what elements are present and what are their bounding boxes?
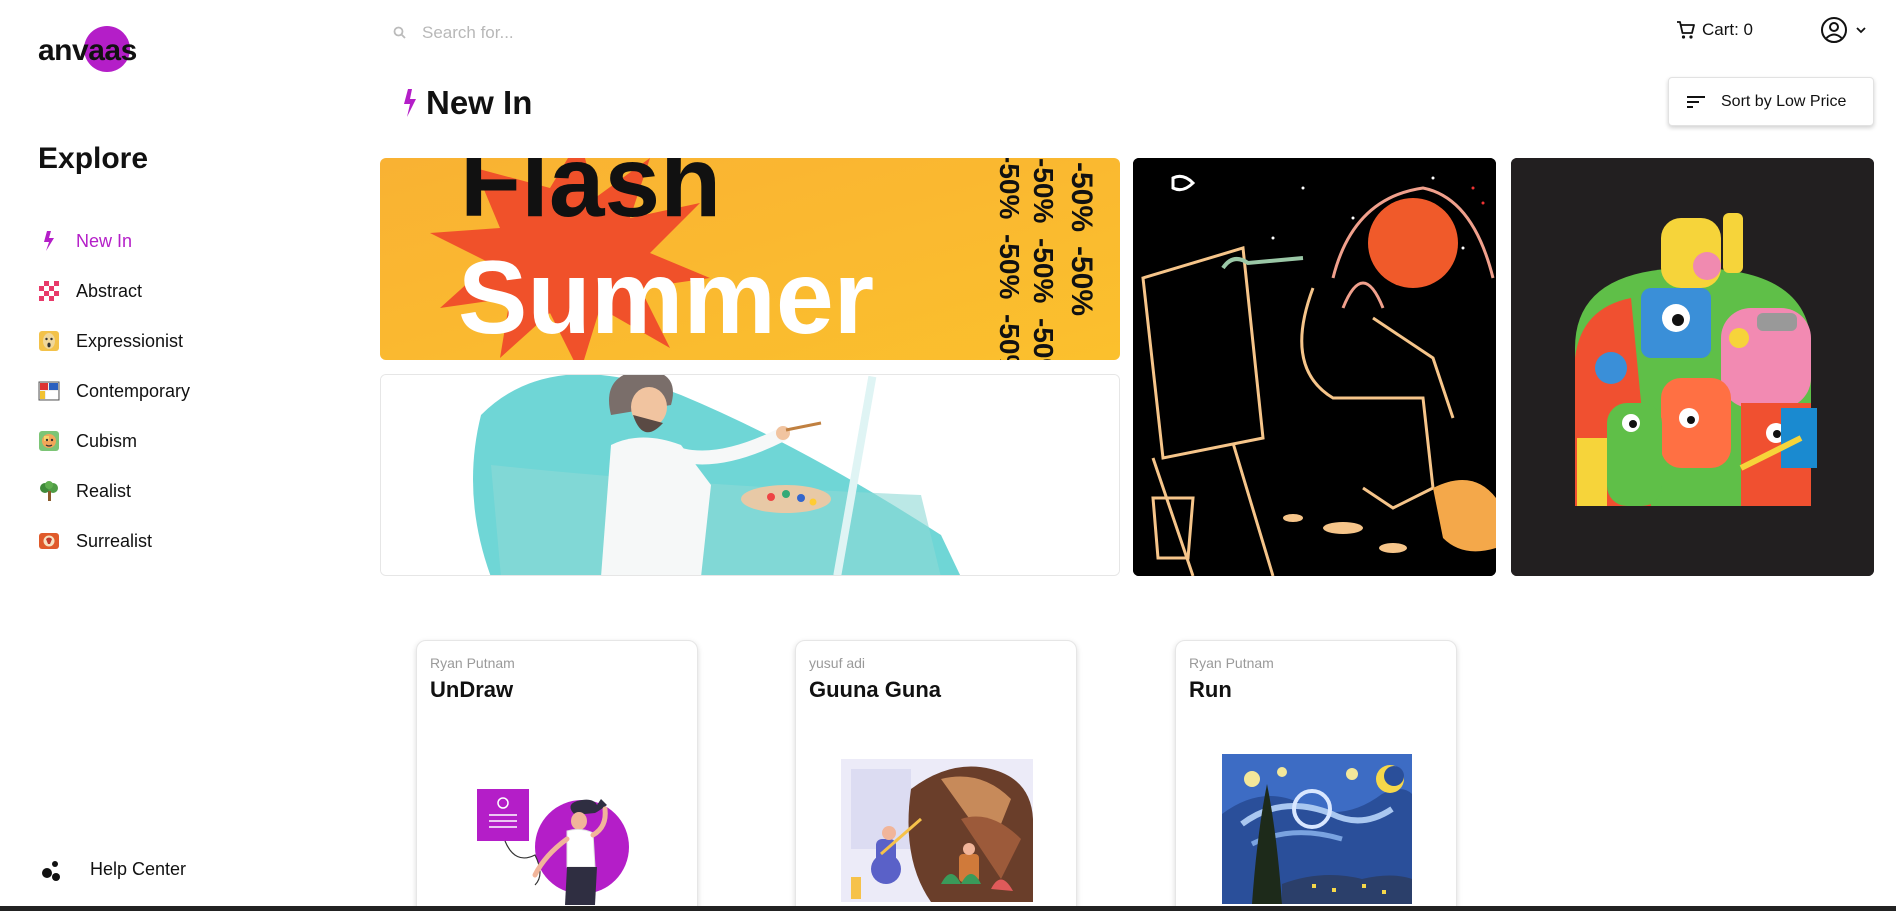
product-author: Ryan Putnam bbox=[1189, 655, 1274, 671]
sidebar-item-label: Expressionist bbox=[76, 330, 184, 351]
cubist-face-icon bbox=[39, 431, 59, 451]
undraw-artwork bbox=[477, 789, 629, 905]
sidebar-item-expressionist[interactable]: Expressionist bbox=[38, 316, 318, 366]
line-art-painter bbox=[1133, 158, 1496, 576]
banner-text-flash: Flash bbox=[460, 158, 721, 238]
promo-text: -50% bbox=[1028, 318, 1059, 360]
starry-night-artwork bbox=[1222, 754, 1412, 904]
page-title: New In bbox=[426, 84, 533, 121]
guuna-guna-artwork bbox=[841, 759, 1033, 902]
sort-label: Sort by Low Price bbox=[1721, 92, 1847, 110]
flash-summer-art: Flash Summer -50% -50% -50% -50% -50% -5… bbox=[380, 158, 1120, 360]
checker-icon bbox=[39, 281, 59, 301]
promo-text: -50% bbox=[994, 158, 1025, 219]
sidebar-item-label: Cubism bbox=[76, 430, 138, 451]
crowd-art bbox=[1511, 158, 1874, 576]
bottom-border bbox=[0, 906, 1896, 911]
chevron-down-icon bbox=[1856, 27, 1866, 34]
promo-text: -50% bbox=[1065, 162, 1098, 232]
promo-text: -50% bbox=[1065, 246, 1098, 316]
cart-button[interactable]: Cart: 0 bbox=[1676, 20, 1753, 40]
explore-heading: Explore bbox=[38, 142, 149, 175]
sidebar-item-surrealist[interactable]: Surrealist bbox=[38, 516, 318, 566]
sort-lines-icon bbox=[1687, 95, 1705, 108]
page-header: New In bbox=[400, 84, 532, 122]
painter-art bbox=[381, 375, 1119, 575]
sidebar: anvaas Explore New In Abstract Expressio… bbox=[0, 0, 360, 911]
search-icon bbox=[393, 26, 406, 39]
product-card[interactable]: Ryan Putnam Run bbox=[1175, 640, 1457, 911]
bolt-icon bbox=[44, 231, 54, 251]
category-nav: New In Abstract Expressionist Contempora… bbox=[38, 216, 318, 566]
product-title: Guuna Guna bbox=[809, 677, 941, 702]
account-menu[interactable] bbox=[1820, 16, 1868, 44]
sidebar-item-contemporary[interactable]: Contemporary bbox=[38, 366, 318, 416]
sidebar-item-label: Abstract bbox=[76, 280, 143, 301]
help-center-label: Help Center bbox=[90, 858, 187, 879]
sidebar-item-label: Realist bbox=[76, 480, 132, 501]
painter-banner[interactable] bbox=[380, 374, 1120, 576]
cart-icon bbox=[1677, 21, 1695, 39]
product-author: yusuf adi bbox=[809, 655, 866, 671]
product-author: Ryan Putnam bbox=[430, 655, 515, 671]
search-input[interactable] bbox=[422, 23, 922, 43]
promo-text: -50% bbox=[1028, 238, 1059, 303]
promo-text: -50% bbox=[994, 234, 1025, 299]
sort-button[interactable]: Sort by Low Price bbox=[1668, 77, 1874, 126]
sidebar-item-label: New In bbox=[76, 230, 133, 251]
sidebar-item-cubism[interactable]: Cubism bbox=[38, 416, 318, 466]
logo-text: anvaas bbox=[38, 34, 137, 67]
search-bar bbox=[392, 18, 992, 48]
help-dots-icon bbox=[42, 861, 60, 881]
line-art-banner[interactable] bbox=[1133, 158, 1496, 576]
promo-text: -50% bbox=[994, 314, 1025, 360]
product-title: UnDraw bbox=[430, 677, 514, 702]
sidebar-item-label: Contemporary bbox=[76, 380, 191, 401]
bolt-icon bbox=[404, 89, 416, 117]
sidebar-item-new-in[interactable]: New In bbox=[38, 216, 318, 266]
brand-logo[interactable]: anvaas bbox=[38, 24, 148, 74]
product-card[interactable]: yusuf adi Guuna Guna bbox=[795, 640, 1077, 911]
promo-text: -50% bbox=[1028, 158, 1059, 223]
user-circle-icon bbox=[1821, 17, 1847, 43]
banner-text-summer: Summer bbox=[458, 240, 874, 356]
product-card[interactable]: Ryan Putnam UnDraw bbox=[416, 640, 698, 911]
sidebar-item-label: Surrealist bbox=[76, 530, 153, 551]
help-center-link[interactable]: Help Center bbox=[40, 856, 186, 882]
tree-icon bbox=[40, 481, 58, 501]
crowd-illustration-banner[interactable] bbox=[1511, 158, 1874, 576]
sidebar-item-realist[interactable]: Realist bbox=[38, 466, 318, 516]
grid-art-icon bbox=[38, 381, 60, 401]
flash-summer-banner[interactable]: Flash Summer -50% -50% -50% -50% -50% -5… bbox=[380, 158, 1120, 360]
product-title: Run bbox=[1189, 677, 1232, 702]
cart-label: Cart: 0 bbox=[1702, 20, 1754, 39]
sidebar-item-abstract[interactable]: Abstract bbox=[38, 266, 318, 316]
scream-face-icon bbox=[39, 331, 59, 351]
surreal-icon bbox=[39, 533, 59, 549]
